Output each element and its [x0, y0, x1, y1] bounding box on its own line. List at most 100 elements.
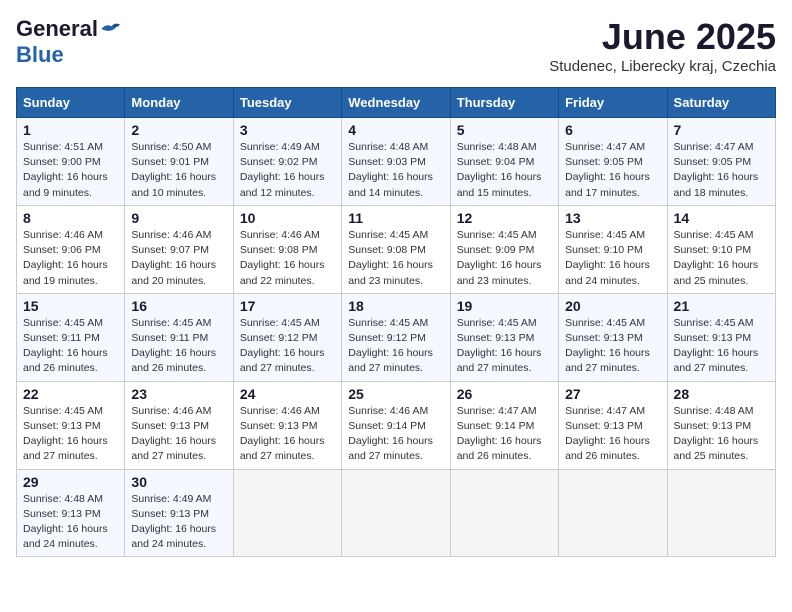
- calendar-table: Sunday Monday Tuesday Wednesday Thursday…: [16, 87, 776, 557]
- calendar-week-1: 1Sunrise: 4:51 AM Sunset: 9:00 PM Daylig…: [17, 118, 776, 206]
- calendar-week-5: 29 Sunrise: 4:48 AM Sunset: 9:13 PM Dayli…: [17, 469, 776, 557]
- calendar-cell: 22 Sunrise: 4:45 AM Sunset: 9:13 PM Dayli…: [17, 381, 125, 469]
- calendar-cell: 11Sunrise: 4:45 AM Sunset: 9:08 PM Dayli…: [342, 205, 450, 293]
- day-number: 14: [674, 210, 769, 226]
- day-info: Sunrise: 4:45 AM Sunset: 9:13 PM Dayligh…: [23, 404, 118, 465]
- day-info: Sunrise: 4:48 AM Sunset: 9:13 PM Dayligh…: [674, 404, 769, 465]
- day-number: 8: [23, 210, 118, 226]
- day-info: Sunrise: 4:45 AM Sunset: 9:11 PM Dayligh…: [131, 316, 226, 377]
- calendar-cell: 6Sunrise: 4:47 AM Sunset: 9:05 PM Daylig…: [559, 118, 667, 206]
- calendar-cell: 16 Sunrise: 4:45 AM Sunset: 9:11 PM Dayli…: [125, 293, 233, 381]
- calendar-cell: 27Sunrise: 4:47 AM Sunset: 9:13 PM Dayli…: [559, 381, 667, 469]
- day-info: Sunrise: 4:45 AM Sunset: 9:12 PM Dayligh…: [348, 316, 443, 377]
- day-info: Sunrise: 4:45 AM Sunset: 9:10 PM Dayligh…: [674, 228, 769, 289]
- calendar-cell: [667, 469, 775, 557]
- day-info: Sunrise: 4:46 AM Sunset: 9:08 PM Dayligh…: [240, 228, 335, 289]
- day-info: Sunrise: 4:45 AM Sunset: 9:13 PM Dayligh…: [457, 316, 552, 377]
- calendar-cell: 30 Sunrise: 4:49 AM Sunset: 9:13 PM Dayli…: [125, 469, 233, 557]
- day-info: Sunrise: 4:49 AM Sunset: 9:02 PM Dayligh…: [240, 140, 335, 201]
- day-number: 19: [457, 298, 552, 314]
- header: General Blue June 2025 Studenec, Liberec…: [16, 16, 776, 75]
- day-info: Sunrise: 4:49 AM Sunset: 9:13 PM Dayligh…: [131, 492, 226, 553]
- day-info: Sunrise: 4:45 AM Sunset: 9:10 PM Dayligh…: [565, 228, 660, 289]
- calendar-body: 1Sunrise: 4:51 AM Sunset: 9:00 PM Daylig…: [17, 118, 776, 557]
- day-number: 29: [23, 474, 118, 490]
- title-location: Studenec, Liberecky kraj, Czechia: [549, 58, 776, 75]
- day-info: Sunrise: 4:47 AM Sunset: 9:14 PM Dayligh…: [457, 404, 552, 465]
- calendar-cell: 10Sunrise: 4:46 AM Sunset: 9:08 PM Dayli…: [233, 205, 341, 293]
- calendar-cell: 8 Sunrise: 4:46 AM Sunset: 9:06 PM Daylig…: [17, 205, 125, 293]
- day-number: 18: [348, 298, 443, 314]
- day-info: Sunrise: 4:45 AM Sunset: 9:13 PM Dayligh…: [674, 316, 769, 377]
- calendar-cell: 4 Sunrise: 4:48 AM Sunset: 9:03 PM Daylig…: [342, 118, 450, 206]
- day-info: Sunrise: 4:46 AM Sunset: 9:14 PM Dayligh…: [348, 404, 443, 465]
- calendar-cell: 17 Sunrise: 4:45 AM Sunset: 9:12 PM Dayli…: [233, 293, 341, 381]
- day-number: 15: [23, 298, 118, 314]
- day-info: Sunrise: 4:46 AM Sunset: 9:06 PM Dayligh…: [23, 228, 118, 289]
- calendar-cell: 29 Sunrise: 4:48 AM Sunset: 9:13 PM Dayli…: [17, 469, 125, 557]
- header-sunday: Sunday: [17, 88, 125, 118]
- day-info: Sunrise: 4:48 AM Sunset: 9:13 PM Dayligh…: [23, 492, 118, 553]
- day-info: Sunrise: 4:45 AM Sunset: 9:08 PM Dayligh…: [348, 228, 443, 289]
- title-month: June 2025: [549, 16, 776, 58]
- day-info: Sunrise: 4:47 AM Sunset: 9:05 PM Dayligh…: [565, 140, 660, 201]
- calendar-cell: 24Sunrise: 4:46 AM Sunset: 9:13 PM Dayli…: [233, 381, 341, 469]
- header-row: Sunday Monday Tuesday Wednesday Thursday…: [17, 88, 776, 118]
- calendar-cell: [559, 469, 667, 557]
- header-tuesday: Tuesday: [233, 88, 341, 118]
- calendar-cell: 15Sunrise: 4:45 AM Sunset: 9:11 PM Dayli…: [17, 293, 125, 381]
- calendar-cell: 7 Sunrise: 4:47 AM Sunset: 9:05 PM Daylig…: [667, 118, 775, 206]
- day-number: 21: [674, 298, 769, 314]
- header-saturday: Saturday: [667, 88, 775, 118]
- calendar-week-3: 15 Sunrise: 4:45 AM Sunset: 9:11 PM Dayli…: [17, 293, 776, 381]
- header-friday: Friday: [559, 88, 667, 118]
- logo-blue: Blue: [16, 42, 64, 67]
- day-number: 4: [348, 122, 443, 138]
- day-info: Sunrise: 4:48 AM Sunset: 9:03 PM Dayligh…: [348, 140, 443, 201]
- calendar-cell: 1Sunrise: 4:51 AM Sunset: 9:00 PM Daylig…: [17, 118, 125, 206]
- day-number: 27: [565, 386, 660, 402]
- calendar-cell: 26 Sunrise: 4:47 AM Sunset: 9:14 PM Dayli…: [450, 381, 558, 469]
- calendar-week-2: 8 Sunrise: 4:46 AM Sunset: 9:06 PM Daylig…: [17, 205, 776, 293]
- header-thursday: Thursday: [450, 88, 558, 118]
- day-info: Sunrise: 4:46 AM Sunset: 9:07 PM Dayligh…: [131, 228, 226, 289]
- calendar-week-4: 22 Sunrise: 4:45 AM Sunset: 9:13 PM Dayli…: [17, 381, 776, 469]
- day-number: 5: [457, 122, 552, 138]
- day-info: Sunrise: 4:45 AM Sunset: 9:12 PM Dayligh…: [240, 316, 335, 377]
- calendar-cell: 28 Sunrise: 4:48 AM Sunset: 9:13 PM Dayli…: [667, 381, 775, 469]
- day-number: 16: [131, 298, 226, 314]
- day-number: 30: [131, 474, 226, 490]
- calendar-cell: 9 Sunrise: 4:46 AM Sunset: 9:07 PM Daylig…: [125, 205, 233, 293]
- day-number: 13: [565, 210, 660, 226]
- header-wednesday: Wednesday: [342, 88, 450, 118]
- day-info: Sunrise: 4:45 AM Sunset: 9:09 PM Dayligh…: [457, 228, 552, 289]
- day-number: 23: [131, 386, 226, 402]
- calendar-cell: 3Sunrise: 4:49 AM Sunset: 9:02 PM Daylig…: [233, 118, 341, 206]
- calendar-header: Sunday Monday Tuesday Wednesday Thursday…: [17, 88, 776, 118]
- day-info: Sunrise: 4:48 AM Sunset: 9:04 PM Dayligh…: [457, 140, 552, 201]
- calendar-cell: 14 Sunrise: 4:45 AM Sunset: 9:10 PM Dayli…: [667, 205, 775, 293]
- calendar-cell: 25 Sunrise: 4:46 AM Sunset: 9:14 PM Dayli…: [342, 381, 450, 469]
- day-info: Sunrise: 4:50 AM Sunset: 9:01 PM Dayligh…: [131, 140, 226, 201]
- day-number: 25: [348, 386, 443, 402]
- day-number: 28: [674, 386, 769, 402]
- calendar-cell: 2Sunrise: 4:50 AM Sunset: 9:01 PM Daylig…: [125, 118, 233, 206]
- day-number: 7: [674, 122, 769, 138]
- bird-icon: [100, 21, 120, 37]
- calendar-cell: 18 Sunrise: 4:45 AM Sunset: 9:12 PM Dayli…: [342, 293, 450, 381]
- title-area: June 2025 Studenec, Liberecky kraj, Czec…: [549, 16, 776, 75]
- day-info: Sunrise: 4:46 AM Sunset: 9:13 PM Dayligh…: [240, 404, 335, 465]
- day-number: 26: [457, 386, 552, 402]
- day-info: Sunrise: 4:45 AM Sunset: 9:13 PM Dayligh…: [565, 316, 660, 377]
- calendar-cell: 20Sunrise: 4:45 AM Sunset: 9:13 PM Dayli…: [559, 293, 667, 381]
- day-number: 17: [240, 298, 335, 314]
- header-monday: Monday: [125, 88, 233, 118]
- day-info: Sunrise: 4:47 AM Sunset: 9:05 PM Dayligh…: [674, 140, 769, 201]
- calendar-cell: 5 Sunrise: 4:48 AM Sunset: 9:04 PM Daylig…: [450, 118, 558, 206]
- logo: General Blue: [16, 16, 120, 68]
- day-number: 9: [131, 210, 226, 226]
- day-info: Sunrise: 4:51 AM Sunset: 9:00 PM Dayligh…: [23, 140, 118, 201]
- day-number: 22: [23, 386, 118, 402]
- calendar-cell: [450, 469, 558, 557]
- calendar-cell: 12Sunrise: 4:45 AM Sunset: 9:09 PM Dayli…: [450, 205, 558, 293]
